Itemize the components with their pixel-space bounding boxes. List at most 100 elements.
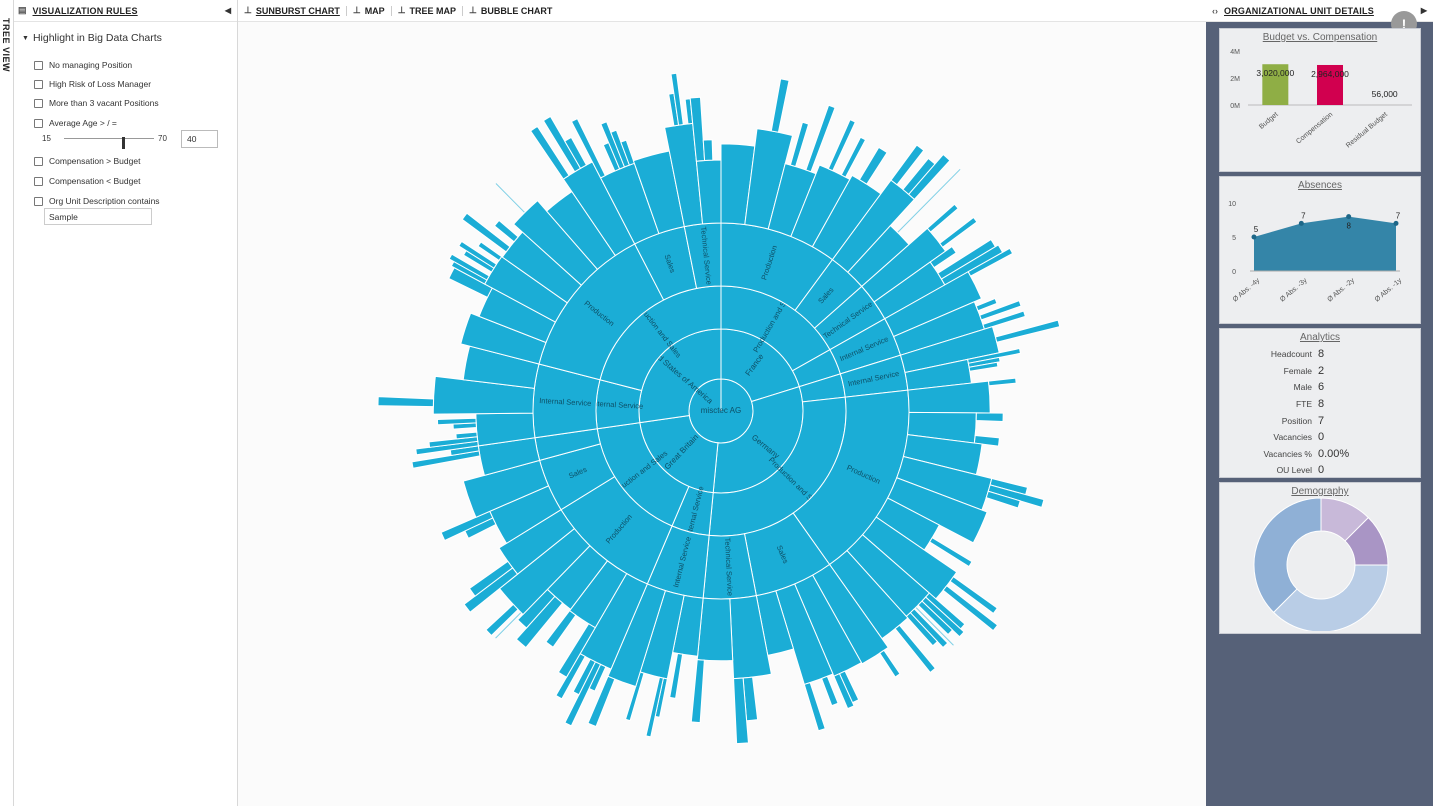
demography-slice[interactable]: [1253, 497, 1322, 614]
rules-header-title[interactable]: VISUALIZATION RULES: [33, 6, 138, 16]
checkbox[interactable]: [34, 156, 43, 166]
bar-value-label: 56,000: [1372, 89, 1398, 99]
analytics-row: Vacancies % 0.00%: [1220, 446, 1420, 463]
sunburst-leaf[interactable]: [377, 396, 435, 408]
tab-divider: [345, 5, 347, 16]
tree-view-label[interactable]: TREE VIEW: [1, 18, 11, 72]
bar-value-label: 3,020,000: [1256, 68, 1294, 78]
sunburst-leaf[interactable]: [702, 139, 714, 162]
sunburst-leaf[interactable]: [994, 319, 1061, 343]
visualization-rules-panel: ▤ VISUALIZATION RULES ◀ ▼ Highlight in Bi…: [14, 0, 238, 806]
rule-org-unit-description[interactable]: Org Unit Description contains: [34, 196, 160, 206]
checkbox[interactable]: [34, 196, 43, 206]
caret-down-icon: ▼: [22, 35, 29, 42]
tree-view-tab[interactable]: TREE VIEW: [0, 0, 14, 806]
analytics-value: 2: [1318, 364, 1325, 377]
age-slider[interactable]: 15 70: [42, 134, 172, 149]
absence-point[interactable]: [1298, 220, 1304, 226]
analytics-value: 6: [1318, 381, 1325, 394]
root-label: misctec AG: [701, 406, 741, 415]
sunburst-leaf[interactable]: [975, 412, 1004, 422]
sunburst-leaf[interactable]: [770, 78, 790, 133]
slider-max-label: 70: [158, 134, 167, 143]
org-unit-description-input[interactable]: Sample: [44, 208, 152, 225]
sunburst-leaf[interactable]: [805, 104, 836, 173]
analytics-value: 8: [1318, 398, 1325, 411]
checkbox[interactable]: [34, 98, 43, 108]
category-label: Ø Abs. -2y: [1326, 277, 1356, 304]
sunburst-leaf[interactable]: [939, 216, 978, 248]
budget-chart: 4M 2M 0M 3,020,000 Budget 2,964,000 Compensati…: [1230, 49, 1412, 150]
analytics-key: Vacancies %: [1263, 448, 1312, 459]
tab-label: BUBBLE CHART: [480, 5, 553, 16]
analytics-value: 0: [1318, 464, 1325, 477]
collapse-left-icon[interactable]: ◀: [225, 6, 231, 15]
tab-divider: [390, 5, 392, 16]
budget-card: Budget vs. Compensation 4M 2M 0M 3,020,000 B…: [1219, 28, 1421, 172]
bar-value-label: 2,964,000: [1311, 69, 1349, 79]
chart-panel: ⊥ SUNBURST CHART ⊥ MAP ⊥ TREE MAP ⊥ BUBBLE C…: [238, 0, 1206, 806]
analytics-card: Analytics Headcount 8 Female 2 Male 6 FTE 8 Posi…: [1219, 328, 1421, 478]
rule-label: No managing Position: [49, 60, 133, 70]
sunburst-chart[interactable]: misctec AGFranceProduction and SalesProd…: [238, 22, 1206, 806]
rule-high-risk-loss-manager[interactable]: High Risk of Loss Manager: [34, 79, 151, 89]
tab-tree-map[interactable]: ⊥ TREE MAP: [398, 5, 456, 16]
sunburst-leaf[interactable]: [975, 297, 998, 312]
highlight-section-title: Highlight in Big Data Charts: [32, 32, 162, 44]
rule-vacant-positions[interactable]: More than 3 vacant Positions: [34, 98, 159, 108]
absence-point[interactable]: [1251, 234, 1257, 240]
rule-compensation-lt-budget[interactable]: Compensation < Budget: [34, 176, 140, 186]
sunburst-leaf[interactable]: [926, 203, 959, 233]
sunburst-leaf[interactable]: [789, 121, 810, 168]
budget-title[interactable]: Budget vs. Compensation: [1220, 32, 1420, 43]
point-value-label: 7: [1396, 211, 1401, 220]
expand-right-icon[interactable]: ▶: [1421, 6, 1427, 15]
y-tick-label: 4M: [1230, 49, 1240, 56]
category-label: Ø Abs. -1y: [1374, 277, 1404, 304]
analytics-row: FTE 8: [1220, 396, 1420, 413]
sunburst-leaf[interactable]: [803, 681, 826, 732]
checkbox[interactable]: [34, 60, 43, 70]
analytics-key: FTE: [1295, 399, 1312, 410]
sunburst-leaf[interactable]: [987, 377, 1017, 387]
analytics-row: Headcount 8: [1220, 346, 1420, 363]
slider-track[interactable]: [64, 137, 154, 149]
checkbox[interactable]: [34, 176, 43, 186]
app-window: TREE VIEW ▤ VISUALIZATION RULES ◀ ▼ Highl…: [0, 0, 1433, 806]
analytics-key: Male: [1293, 382, 1312, 393]
slider-thumb[interactable]: [122, 137, 125, 149]
sunburst-leaf[interactable]: [669, 652, 684, 699]
sunburst-leaf[interactable]: [879, 649, 901, 678]
y-tick-label: 0: [1232, 269, 1236, 276]
rule-compensation-gt-budget[interactable]: Compensation > Budget: [34, 156, 140, 166]
highlight-section-toggle[interactable]: ▼ Highlight in Big Data Charts: [22, 32, 162, 44]
tab-sunburst-chart[interactable]: ⊥ SUNBURST CHART: [244, 5, 340, 16]
analytics-key: OU Level: [1276, 465, 1312, 476]
y-tick-label: 10: [1228, 201, 1236, 208]
checkbox[interactable]: [34, 79, 43, 89]
sunburst-leaf[interactable]: [858, 146, 888, 185]
rule-average-age[interactable]: Average Age > / =: [34, 118, 117, 128]
analytics-value: 7: [1318, 414, 1325, 427]
category-label: Compensation: [1295, 111, 1334, 145]
analytics-title[interactable]: Analytics: [1220, 332, 1420, 343]
analytics-row: Male 6: [1220, 379, 1420, 396]
details-header-title[interactable]: ORGANIZATIONAL UNIT DETAILS: [1224, 6, 1374, 16]
checkbox[interactable]: [34, 118, 43, 128]
tab-bubble-chart[interactable]: ⊥ BUBBLE CHART: [469, 5, 552, 16]
budget-bar[interactable]: [1371, 104, 1398, 105]
analytics-key: Female: [1283, 365, 1312, 376]
rule-no-managing-position[interactable]: No managing Position: [34, 60, 132, 70]
tab-map[interactable]: ⊥ MAP: [353, 5, 385, 16]
average-age-input[interactable]: 40: [181, 130, 218, 148]
demography-slice[interactable]: [1272, 564, 1389, 631]
analytics-row: Vacancies 0: [1220, 429, 1420, 446]
absence-point[interactable]: [1346, 214, 1352, 220]
absences-title[interactable]: Absences: [1220, 180, 1420, 191]
sunburst-leaf[interactable]: [690, 659, 705, 724]
hierarchy-icon: ⊥: [397, 5, 406, 15]
tab-label: TREE MAP: [409, 5, 457, 16]
rules-panel-icon: ▤: [18, 5, 27, 15]
absence-point[interactable]: [1393, 220, 1399, 226]
demography-title[interactable]: Demography: [1220, 486, 1420, 497]
